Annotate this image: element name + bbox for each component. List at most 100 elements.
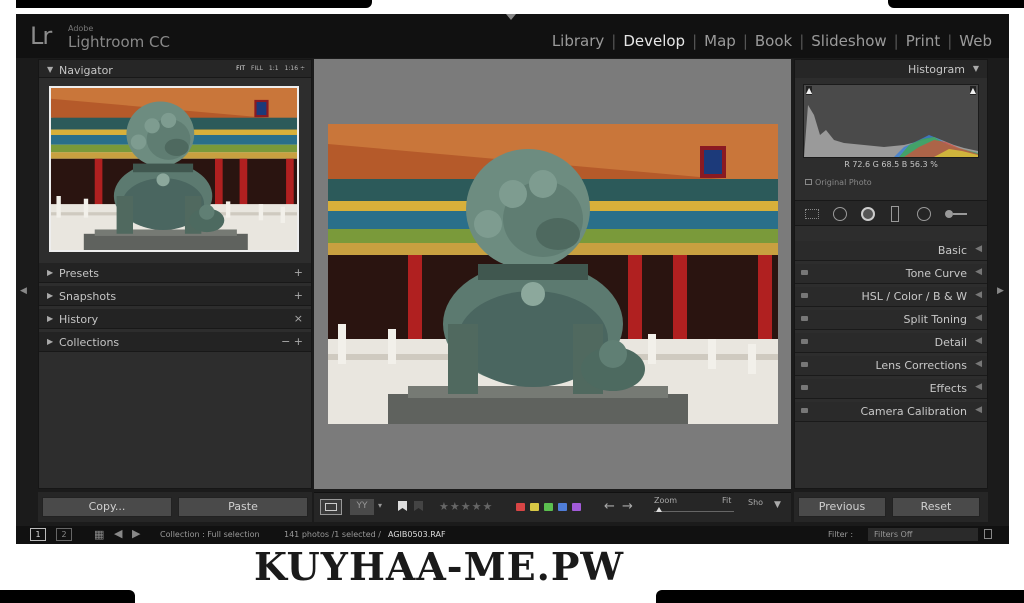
add-snapshot-button[interactable]: + bbox=[294, 289, 303, 302]
watermark-text: KUYHAA-ME.PW bbox=[254, 544, 625, 589]
zoom-slider[interactable] bbox=[654, 511, 734, 512]
lens-corrections-panel-header[interactable]: Lens Corrections ◀ bbox=[795, 356, 987, 376]
color-label-green[interactable] bbox=[544, 503, 553, 511]
zoom-fit-label: Fit bbox=[722, 496, 732, 505]
loupe-view-button[interactable] bbox=[320, 499, 342, 515]
zoom-fit[interactable]: FIT bbox=[236, 65, 245, 72]
top-panel-toggle-icon[interactable] bbox=[506, 14, 516, 20]
color-label-yellow[interactable] bbox=[530, 503, 539, 511]
star-rating[interactable]: ★★★★★ bbox=[439, 500, 493, 513]
collections-actions[interactable]: − + bbox=[281, 335, 303, 348]
toolbar-options-icon[interactable]: ▼ bbox=[774, 500, 781, 510]
add-preset-button[interactable]: + bbox=[294, 266, 303, 279]
color-label-red[interactable] bbox=[516, 503, 525, 511]
screenshot-stage: Lr Adobe Lightroom CC Library | Develop … bbox=[0, 0, 1024, 603]
previous-button[interactable]: Previous bbox=[798, 497, 886, 517]
view-dropdown-icon[interactable]: ▾ bbox=[378, 501, 382, 510]
zoom-fill[interactable]: FILL bbox=[251, 65, 263, 72]
selected-filename[interactable]: AGIB0503.RAF bbox=[388, 530, 446, 539]
expand-triangle-icon: ▶ bbox=[47, 291, 54, 300]
loupe-view-icon bbox=[325, 503, 337, 511]
graduated-filter-icon[interactable] bbox=[891, 206, 899, 222]
presets-label: Presets bbox=[59, 267, 100, 280]
module-library[interactable]: Library bbox=[545, 32, 611, 50]
before-after-view-button[interactable]: YY bbox=[350, 499, 374, 515]
red-eye-icon[interactable] bbox=[861, 207, 875, 221]
history-header[interactable]: ▶ History × bbox=[39, 309, 311, 329]
hsl-panel-header[interactable]: HSL / Color / B & W ◀ bbox=[795, 287, 987, 307]
module-map[interactable]: Map bbox=[697, 32, 743, 50]
color-label-purple[interactable] bbox=[572, 503, 581, 511]
source-indicator[interactable]: Collection : Full selection bbox=[160, 530, 260, 539]
brand-adobe: Adobe bbox=[68, 24, 94, 33]
copy-settings-button[interactable]: Copy... bbox=[42, 497, 172, 517]
crop-tool-icon[interactable] bbox=[805, 209, 819, 219]
panel-switch-icon[interactable] bbox=[801, 270, 808, 275]
right-panel-toggle-icon[interactable]: ▶ bbox=[997, 286, 1004, 296]
collapse-triangle-icon: ▼ bbox=[972, 64, 979, 73]
zoom-custom[interactable]: 1:16 ÷ bbox=[285, 65, 305, 72]
reset-button[interactable]: Reset bbox=[892, 497, 980, 517]
expand-triangle-icon: ◀ bbox=[975, 405, 982, 415]
panel-switch-icon[interactable] bbox=[801, 408, 808, 413]
zoom-slider-handle[interactable] bbox=[656, 507, 662, 512]
next-photo-arrow-icon[interactable]: → bbox=[622, 499, 633, 514]
back-arrow-icon[interactable]: ◀ bbox=[114, 527, 122, 540]
module-book[interactable]: Book bbox=[748, 32, 799, 50]
lightroom-window: Lr Adobe Lightroom CC Library | Develop … bbox=[16, 14, 1009, 544]
forward-arrow-icon[interactable]: ▶ bbox=[132, 527, 140, 540]
left-panel-footer: Copy... Paste bbox=[38, 492, 312, 522]
histogram-header[interactable]: Histogram ▼ bbox=[795, 60, 987, 78]
left-panel-toggle-icon[interactable]: ◀ bbox=[20, 286, 27, 296]
navigator-header[interactable]: ▼ Navigator FIT FILL 1:1 1:16 ÷ bbox=[39, 60, 311, 78]
secondary-window-button[interactable]: 2 bbox=[56, 528, 72, 541]
module-develop[interactable]: Develop bbox=[616, 32, 692, 50]
panel-switch-icon[interactable] bbox=[801, 293, 808, 298]
basic-panel-header[interactable]: Basic ◀ bbox=[795, 241, 987, 261]
split-toning-label: Split Toning bbox=[903, 313, 967, 326]
module-web[interactable]: Web bbox=[952, 32, 999, 50]
detail-panel-header[interactable]: Detail ◀ bbox=[795, 333, 987, 353]
main-photo[interactable] bbox=[328, 124, 778, 424]
split-toning-panel-header[interactable]: Split Toning ◀ bbox=[795, 310, 987, 330]
filter-dropdown[interactable]: Filters Off bbox=[868, 528, 978, 541]
grid-view-icon[interactable]: ▦ bbox=[94, 528, 104, 541]
panel-switch-icon[interactable] bbox=[801, 362, 808, 367]
presets-header[interactable]: ▶ Presets + bbox=[39, 263, 311, 283]
histogram[interactable]: ▲ ▲ bbox=[803, 84, 979, 158]
photo-canvas[interactable] bbox=[314, 59, 791, 489]
effects-panel-header[interactable]: Effects ◀ bbox=[795, 379, 987, 399]
snapshots-header[interactable]: ▶ Snapshots + bbox=[39, 286, 311, 306]
frame-left-margin bbox=[0, 0, 16, 545]
readout-g-label: G bbox=[872, 160, 879, 169]
original-photo-checkbox[interactable] bbox=[805, 179, 812, 185]
original-photo-toggle[interactable]: Original Photo bbox=[805, 178, 872, 187]
clear-history-button[interactable]: × bbox=[294, 312, 303, 325]
filter-lock-icon[interactable] bbox=[984, 529, 992, 539]
panel-switch-icon[interactable] bbox=[801, 316, 808, 321]
adjustment-brush-icon[interactable] bbox=[945, 210, 953, 218]
zoom-1-1[interactable]: 1:1 bbox=[269, 65, 279, 72]
camera-calibration-panel-header[interactable]: Camera Calibration ◀ bbox=[795, 402, 987, 422]
tone-curve-panel-header[interactable]: Tone Curve ◀ bbox=[795, 264, 987, 284]
previous-photo-arrow-icon[interactable]: ← bbox=[604, 499, 615, 514]
radial-filter-icon[interactable] bbox=[917, 207, 931, 221]
show-toolbar-label: Sho bbox=[748, 498, 764, 507]
primary-window-button[interactable]: 1 bbox=[30, 528, 46, 541]
module-print[interactable]: Print bbox=[899, 32, 948, 50]
module-slideshow[interactable]: Slideshow bbox=[804, 32, 893, 50]
spot-removal-icon[interactable] bbox=[833, 207, 847, 221]
paste-settings-button[interactable]: Paste bbox=[178, 497, 308, 517]
panel-switch-icon[interactable] bbox=[801, 385, 808, 390]
navigator-thumbnail[interactable] bbox=[49, 86, 299, 252]
collections-header[interactable]: ▶ Collections − + bbox=[39, 332, 311, 352]
highlight-clipping-icon[interactable]: ▲ bbox=[969, 86, 976, 95]
shadow-clipping-icon[interactable]: ▲ bbox=[806, 86, 813, 95]
camera-calibration-label: Camera Calibration bbox=[860, 405, 967, 418]
pick-flag-icon[interactable] bbox=[398, 501, 407, 511]
color-label-blue[interactable] bbox=[558, 503, 567, 511]
reject-flag-icon[interactable] bbox=[414, 501, 423, 511]
history-label: History bbox=[59, 313, 99, 326]
panel-switch-icon[interactable] bbox=[801, 339, 808, 344]
original-photo-label: Original Photo bbox=[815, 178, 872, 187]
